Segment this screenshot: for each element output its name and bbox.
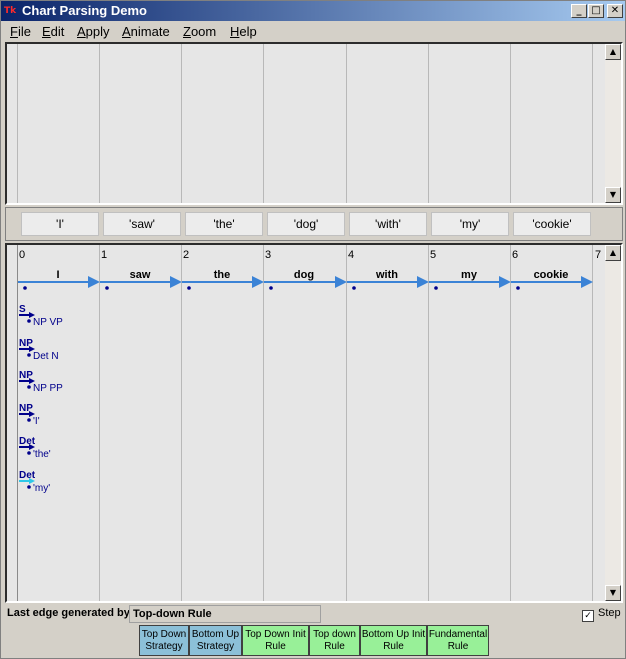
tk-feather-icon: Tk <box>4 6 17 16</box>
edge-rhs: Det N <box>33 351 59 362</box>
tree-panel: ▲ ▼ <box>5 42 623 205</box>
bottom-up-strategy-button[interactable]: Bottom Up Strategy <box>189 625 242 656</box>
bottom-up-init-rule-button[interactable]: Bottom Up Init Rule <box>360 625 427 656</box>
chart-edge-dot <box>27 385 31 389</box>
token-item[interactable]: 'my' <box>431 212 509 236</box>
checkbox-check-icon[interactable]: ✓ <box>582 610 594 622</box>
chart-edges-svg <box>18 276 593 489</box>
menu-zoom[interactable]: Zoom <box>183 24 216 39</box>
token-item[interactable]: 'the' <box>185 212 263 236</box>
token-item[interactable]: 'cookie' <box>513 212 591 236</box>
last-edge-field: Top-down Rule <box>129 605 321 623</box>
scroll-down-icon[interactable]: ▼ <box>605 187 621 203</box>
token-bar: 'I' 'saw' 'the' 'dog' 'with' 'my' 'cooki… <box>5 207 623 241</box>
maximize-button[interactable]: □ <box>588 4 604 18</box>
tree-scrollbar[interactable]: ▲ ▼ <box>605 44 621 203</box>
edge-lhs: Det <box>19 436 36 447</box>
app-window: Tk Chart Parsing Demo _ □ ✕ File Edit Ap… <box>0 0 626 659</box>
edge-lhs: Det <box>19 470 36 481</box>
chart-panel: 0 1 2 3 4 5 6 7 I saw the dog with my co… <box>5 243 623 603</box>
chart-edge-dot <box>27 485 31 489</box>
step-checkbox[interactable]: ✓ Step <box>582 607 621 622</box>
menu-bar: File Edit Apply Animate Zoom Help <box>1 21 625 42</box>
token-item[interactable]: 'with' <box>349 212 427 236</box>
status-label: Last edge generated by: <box>7 607 134 619</box>
token-item[interactable]: 'saw' <box>103 212 181 236</box>
token-item[interactable]: 'dog' <box>267 212 345 236</box>
edge-rhs: NP VP <box>33 317 63 328</box>
menu-animate[interactable]: Animate <box>122 24 170 39</box>
top-down-init-rule-button[interactable]: Top Down Init Rule <box>242 625 309 656</box>
chart-edge-dot <box>27 353 31 357</box>
edge-lhs: NP <box>19 338 33 349</box>
window-title: Chart Parsing Demo <box>22 3 147 18</box>
menu-help[interactable]: Help <box>230 24 257 39</box>
top-down-strategy-button[interactable]: Top Down Strategy <box>139 625 189 656</box>
close-button[interactable]: ✕ <box>607 4 623 18</box>
edge-lhs: NP <box>19 370 33 381</box>
fundamental-rule-button[interactable]: Fundamental Rule <box>427 625 489 656</box>
chart-scrollbar[interactable]: ▲ ▼ <box>605 245 621 601</box>
leaf-edge-dot <box>23 286 27 290</box>
chart-edge-dot <box>27 451 31 455</box>
edge-rhs: NP PP <box>33 383 63 394</box>
edge-lhs: S <box>19 304 26 315</box>
menu-apply[interactable]: Apply <box>77 24 110 39</box>
scroll-down-icon[interactable]: ▼ <box>605 585 621 601</box>
leaf-edge-dot <box>516 286 520 290</box>
scroll-up-icon[interactable]: ▲ <box>605 245 621 261</box>
leaf-edge-dot <box>105 286 109 290</box>
chart-edge-dot <box>27 418 31 422</box>
minimize-button[interactable]: _ <box>571 4 587 18</box>
edge-lhs: NP <box>19 403 33 414</box>
leaf-edge-dot <box>352 286 356 290</box>
scroll-up-icon[interactable]: ▲ <box>605 44 621 60</box>
step-label: Step <box>598 607 621 619</box>
edge-rhs: 'my' <box>33 483 51 494</box>
chart-edge-dot <box>27 319 31 323</box>
edge-rhs: 'I' <box>33 416 40 427</box>
leaf-edge-dot <box>187 286 191 290</box>
top-down-rule-button[interactable]: Top down Rule <box>309 625 360 656</box>
leaf-edge-dot <box>269 286 273 290</box>
edge-rhs: 'the' <box>33 449 51 460</box>
menu-file[interactable]: File <box>10 24 31 39</box>
title-bar[interactable]: Tk Chart Parsing Demo _ □ ✕ <box>1 1 625 21</box>
token-item[interactable]: 'I' <box>21 212 99 236</box>
leaf-edge-dot <box>434 286 438 290</box>
menu-edit[interactable]: Edit <box>42 24 64 39</box>
